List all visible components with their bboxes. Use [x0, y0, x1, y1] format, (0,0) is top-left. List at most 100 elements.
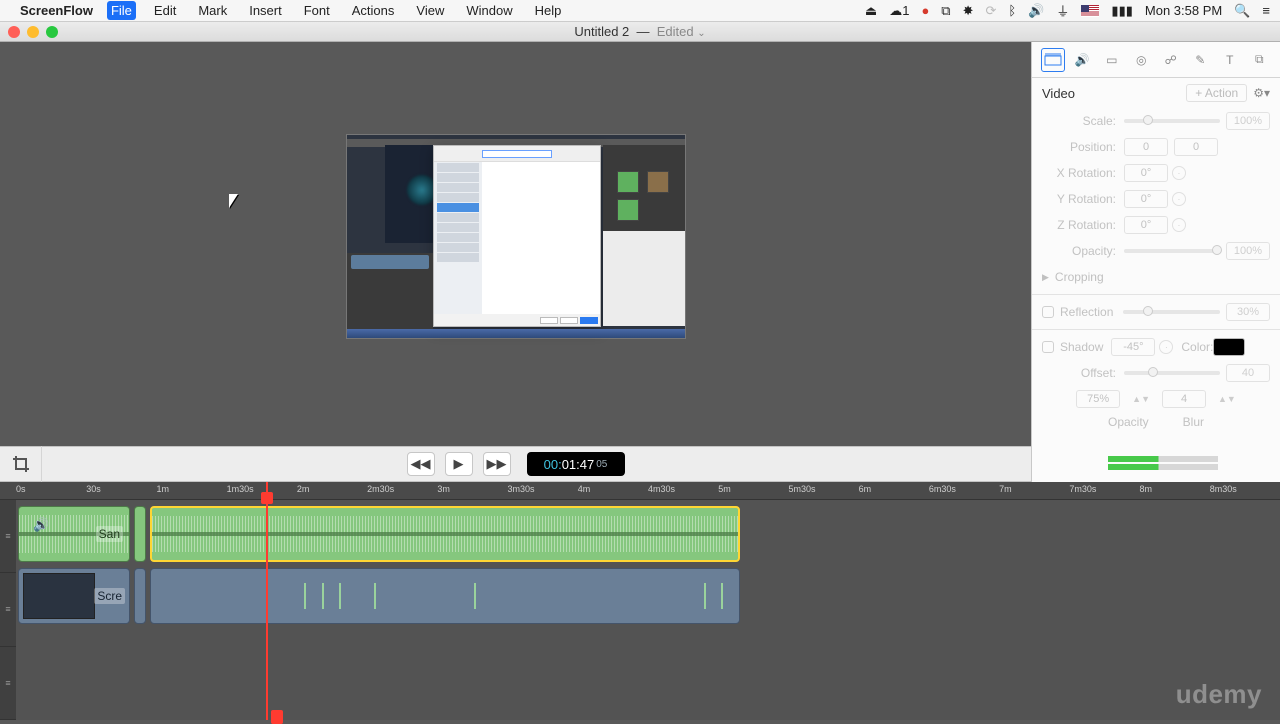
inspector-tabs: 🔊 ▭ ◎ ☍ ✎ T ⧉	[1032, 42, 1280, 78]
ruler-tick: 2m	[297, 484, 310, 494]
tab-layout[interactable]: ⧉	[1247, 48, 1271, 72]
ruler-tick: 1m	[156, 484, 169, 494]
prop-reflection: Reflection 30%	[1032, 299, 1280, 325]
timeline[interactable]: 0s30s1m1m30s2m2m30s3m3m30s4m4m30s5m5m30s…	[0, 482, 1280, 720]
shadow-blur-field[interactable]: 4	[1162, 390, 1206, 408]
tab-audio[interactable]: 🔊	[1070, 48, 1094, 72]
timecode-display[interactable]: 00:01:4705	[527, 452, 625, 476]
spotlight-icon[interactable]: 🔍	[1234, 3, 1250, 19]
menu-edit[interactable]: Edit	[150, 1, 180, 20]
video-preview[interactable]	[346, 134, 686, 339]
ruler-tick: 7m	[999, 484, 1012, 494]
offset-value[interactable]: 40	[1226, 364, 1270, 382]
shadow-checkbox[interactable]	[1042, 341, 1054, 353]
scale-value[interactable]: 100%	[1226, 112, 1270, 130]
canvas-area[interactable]	[0, 42, 1031, 446]
menu-mark[interactable]: Mark	[194, 1, 231, 20]
prop-x-rotation: X Rotation: 0° ·	[1032, 160, 1280, 186]
prop-y-rotation: Y Rotation: 0° ·	[1032, 186, 1280, 212]
play-button[interactable]: ▶	[445, 452, 473, 476]
minimize-window-button[interactable]	[27, 26, 39, 38]
x-rotation-field[interactable]: 0°	[1124, 164, 1168, 182]
clock[interactable]: Mon 3:58 PM	[1145, 3, 1222, 18]
offset-slider[interactable]	[1124, 371, 1220, 375]
reflection-checkbox[interactable]	[1042, 306, 1054, 318]
menu-icon[interactable]: ≡	[1262, 3, 1270, 18]
bluetooth-icon[interactable]: ᛒ	[1008, 3, 1016, 18]
audio-clip-1[interactable]: 🔊 San	[18, 506, 130, 562]
screen-clip-2[interactable]	[150, 568, 740, 624]
menu-view[interactable]: View	[412, 1, 448, 20]
ruler-tick: 3m	[437, 484, 450, 494]
prop-shadow-detail: 75%▲▼ 4▲▼	[1032, 386, 1280, 412]
tab-video[interactable]	[1041, 48, 1065, 72]
menu-window[interactable]: Window	[462, 1, 516, 20]
ruler-tick: 7m30s	[1069, 484, 1096, 494]
opacity-value[interactable]: 100%	[1226, 242, 1270, 260]
prop-scale: Scale: 100%	[1032, 108, 1280, 134]
tab-screen[interactable]: ▭	[1100, 48, 1124, 72]
forward-button[interactable]: ▶▶	[483, 452, 511, 476]
notification-icon[interactable]: ✸	[963, 3, 974, 19]
shadow-opacity-field[interactable]: 75%	[1076, 390, 1120, 408]
prop-z-rotation: Z Rotation: 0° ·	[1032, 212, 1280, 238]
shadow-color-swatch[interactable]	[1213, 338, 1245, 356]
x-rotation-dial[interactable]: ·	[1172, 166, 1186, 180]
sync-icon[interactable]: ⟳	[986, 3, 997, 19]
battery-icon[interactable]: ▮▮▮	[1111, 3, 1132, 19]
display-icon[interactable]: ⧉	[941, 3, 950, 19]
menu-insert[interactable]: Insert	[245, 1, 286, 20]
reflection-value[interactable]: 30%	[1226, 303, 1270, 321]
reflection-slider[interactable]	[1123, 310, 1220, 314]
out-marker[interactable]	[271, 710, 283, 724]
zoom-window-button[interactable]	[46, 26, 58, 38]
track-gutter: ≡≡≡	[0, 500, 16, 720]
tab-callout[interactable]: ◎	[1129, 48, 1153, 72]
window-traffic-lights	[8, 26, 58, 38]
shadow-angle-dial[interactable]: ·	[1159, 340, 1173, 354]
record-icon[interactable]: ●	[921, 3, 929, 18]
opacity-slider[interactable]	[1124, 249, 1220, 253]
add-action-button[interactable]: + Action	[1186, 84, 1247, 102]
audio-clip-2[interactable]	[150, 506, 740, 562]
z-rotation-field[interactable]: 0°	[1124, 216, 1168, 234]
track-empty[interactable]	[16, 630, 1274, 686]
menu-actions[interactable]: Actions	[348, 1, 399, 20]
ruler-tick: 5m	[718, 484, 731, 494]
tab-annotate[interactable]: ✎	[1188, 48, 1212, 72]
rewind-button[interactable]: ◀◀	[407, 452, 435, 476]
airplay-icon[interactable]: ⏏	[865, 3, 877, 19]
notif-count-icon[interactable]: ☁1	[889, 3, 909, 19]
playhead[interactable]	[266, 482, 268, 720]
track-screen[interactable]: Scre	[16, 568, 1274, 624]
screen-clip-gap[interactable]	[134, 568, 146, 624]
close-window-button[interactable]	[8, 26, 20, 38]
menu-help[interactable]: Help	[531, 1, 566, 20]
scale-slider[interactable]	[1124, 119, 1220, 123]
position-y-field[interactable]: 0	[1174, 138, 1218, 156]
menu-font[interactable]: Font	[300, 1, 334, 20]
speaker-icon: 🔊	[33, 517, 67, 551]
audio-clip-gap[interactable]	[134, 506, 146, 562]
z-rotation-dial[interactable]: ·	[1172, 218, 1186, 232]
tab-touch[interactable]: ☍	[1159, 48, 1183, 72]
ruler-tick: 2m30s	[367, 484, 394, 494]
track-audio[interactable]: 🔊 San	[16, 506, 1274, 562]
gear-icon[interactable]: ⚙▾	[1253, 86, 1270, 100]
position-x-field[interactable]: 0	[1124, 138, 1168, 156]
wifi-icon[interactable]: ⏚	[1056, 1, 1069, 20]
y-rotation-field[interactable]: 0°	[1124, 190, 1168, 208]
cropping-toggle[interactable]: ▶ Cropping	[1032, 264, 1280, 290]
triangle-right-icon: ▶	[1042, 272, 1049, 283]
y-rotation-dial[interactable]: ·	[1172, 192, 1186, 206]
volume-icon[interactable]: 🔊	[1028, 3, 1044, 19]
menu-file[interactable]: File	[107, 1, 136, 20]
crop-button[interactable]	[0, 446, 42, 482]
shadow-angle-field[interactable]: -45°	[1111, 338, 1155, 356]
app-name[interactable]: ScreenFlow	[20, 3, 93, 18]
flag-icon[interactable]	[1081, 5, 1099, 17]
screen-clip-1[interactable]: Scre	[18, 568, 130, 624]
time-ruler[interactable]: 0s30s1m1m30s2m2m30s3m3m30s4m4m30s5m5m30s…	[0, 482, 1280, 500]
prop-shadow-offset: Offset: 40	[1032, 360, 1280, 386]
tab-text[interactable]: T	[1218, 48, 1242, 72]
